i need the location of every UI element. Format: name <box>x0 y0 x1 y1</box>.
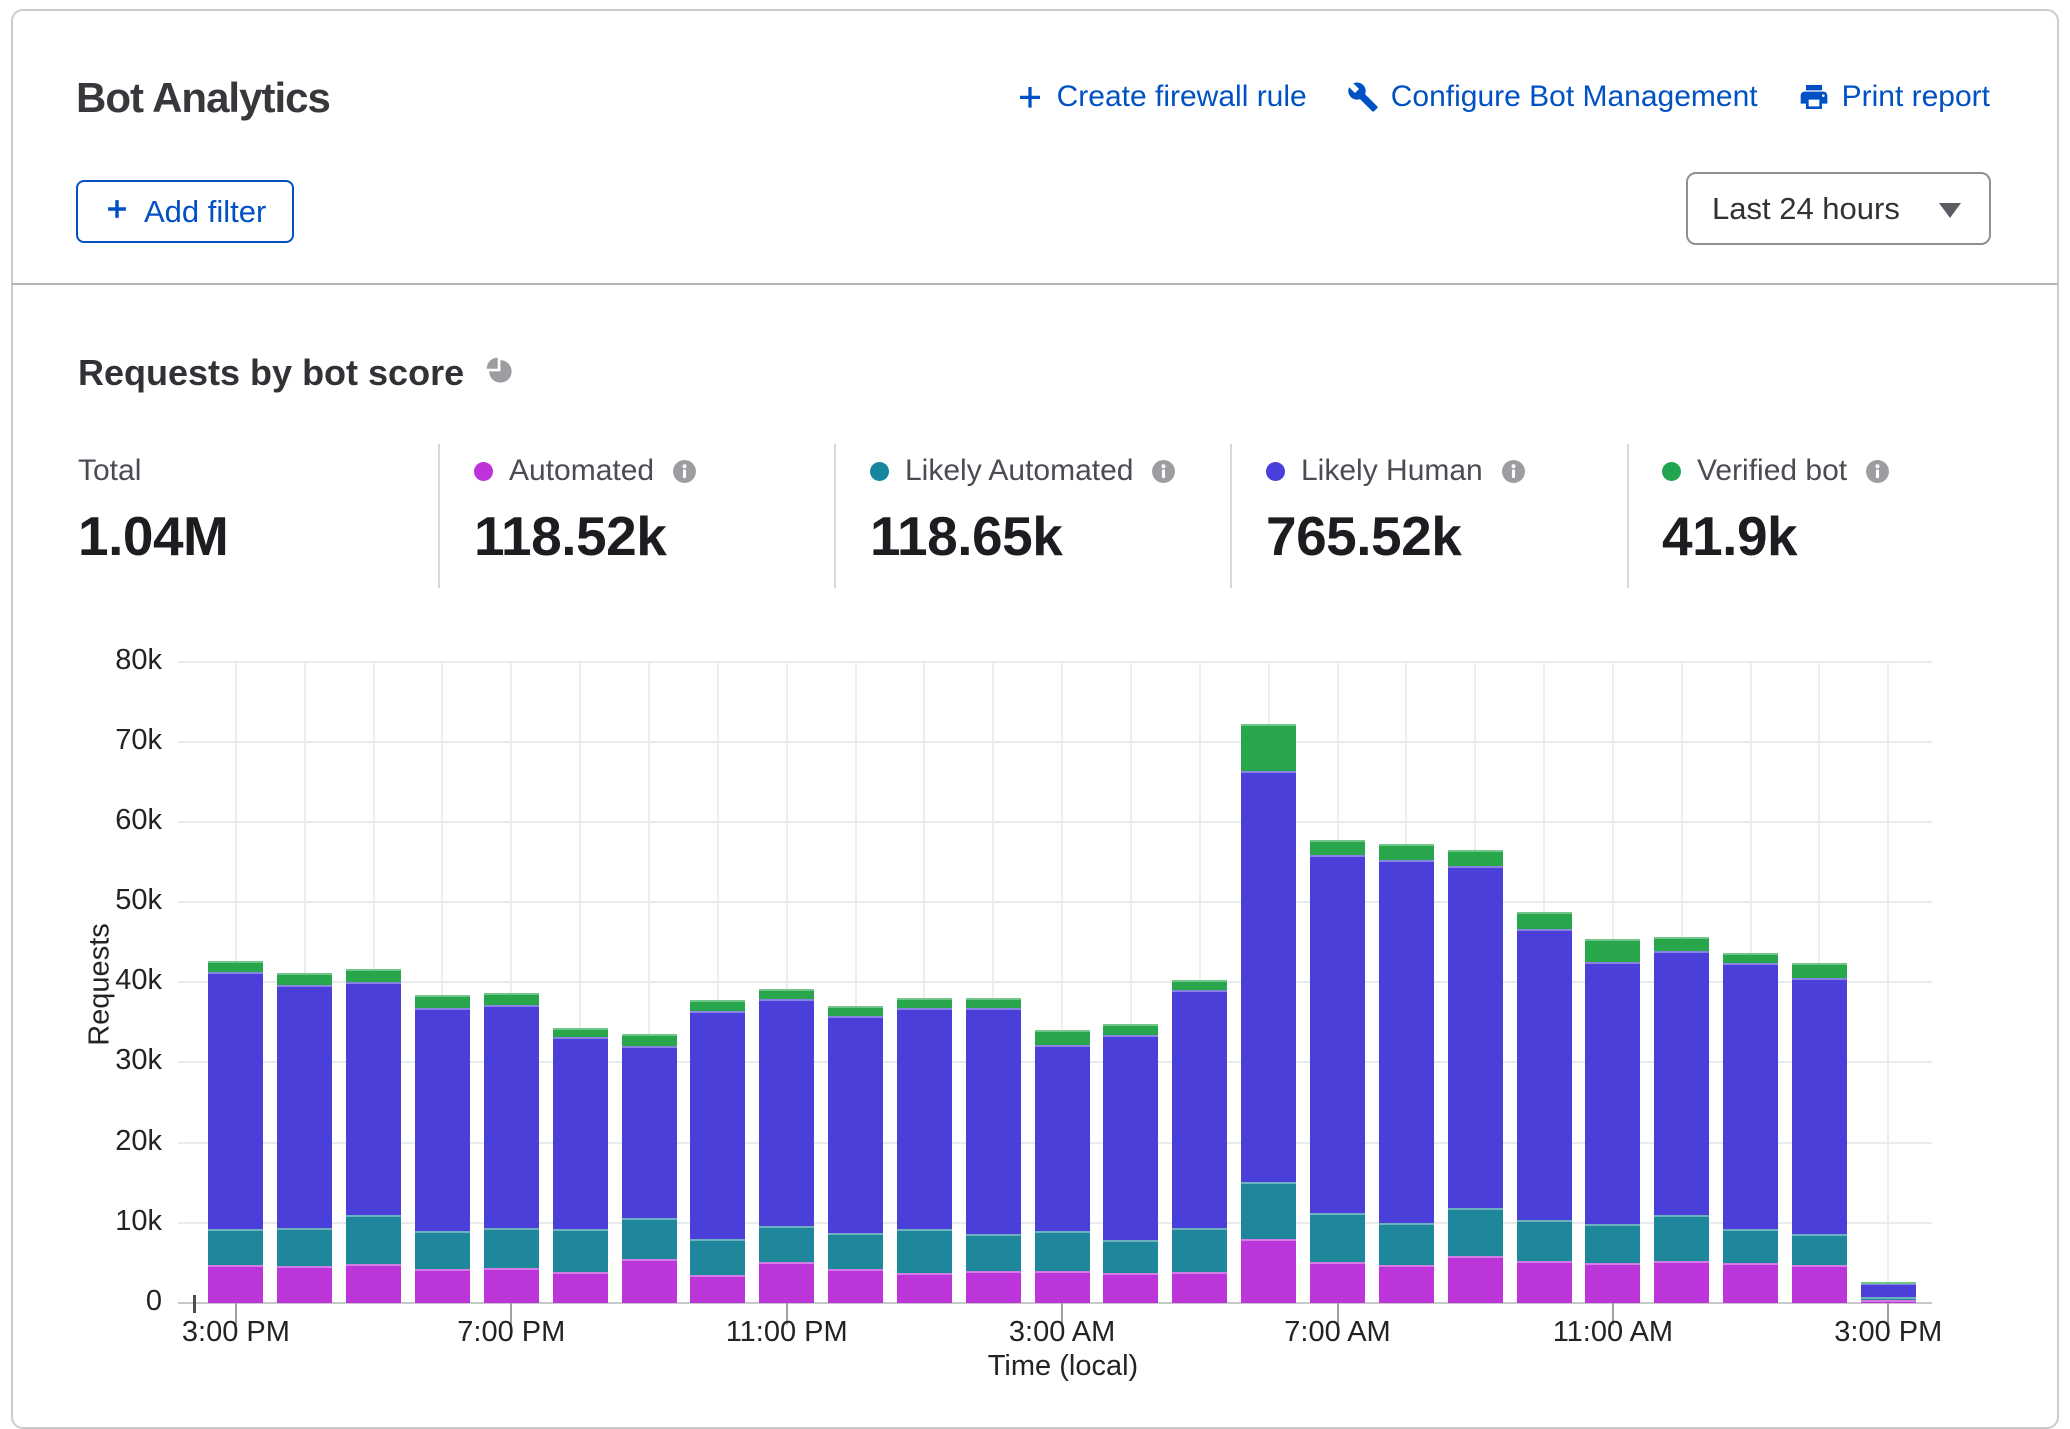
stat-likely-automated-label: Likely Automated <box>905 454 1133 488</box>
stats-row: Total 1.04M Automated 118.52k Likely Aut… <box>0 440 2070 590</box>
print-report-link[interactable]: Print report <box>1798 80 1990 114</box>
stat-divider <box>1627 444 1629 588</box>
stat-divider <box>834 444 836 588</box>
stat-divider <box>1230 444 1232 588</box>
time-range-select[interactable]: Last 24 hours <box>1686 172 1991 245</box>
stat-likely-human-value: 765.52k <box>1266 504 1626 568</box>
printer-icon <box>1798 81 1830 113</box>
create-firewall-rule-link[interactable]: Create firewall rule <box>1015 80 1307 114</box>
likely-automated-dot <box>870 462 889 481</box>
create-firewall-rule-label: Create firewall rule <box>1057 80 1307 114</box>
add-filter-label: Add filter <box>144 194 266 230</box>
plus-icon <box>104 194 130 230</box>
stat-likely-human: Likely Human 765.52k <box>1266 440 1626 568</box>
stat-total-label: Total <box>78 454 141 488</box>
header-divider <box>12 283 2058 285</box>
stat-likely-human-label: Likely Human <box>1301 454 1483 488</box>
header-actions: Create firewall rule Configure Bot Manag… <box>1015 80 1990 114</box>
info-icon[interactable] <box>1151 459 1176 484</box>
chevron-down-icon <box>1939 203 1961 225</box>
time-range-value: Last 24 hours <box>1712 191 1900 227</box>
info-icon[interactable] <box>1865 459 1890 484</box>
plus-icon <box>1015 82 1045 112</box>
stat-automated: Automated 118.52k <box>474 440 834 568</box>
configure-bot-management-link[interactable]: Configure Bot Management <box>1347 80 1758 114</box>
stat-likely-automated-value: 118.65k <box>870 504 1230 568</box>
stat-verified-bot-label: Verified bot <box>1697 454 1847 488</box>
stat-likely-automated: Likely Automated 118.65k <box>870 440 1230 568</box>
page-title: Bot Analytics <box>76 74 330 122</box>
automated-dot <box>474 462 493 481</box>
wrench-icon <box>1347 81 1379 113</box>
stat-total: Total 1.04M <box>78 440 438 568</box>
stat-verified-bot: Verified bot 41.9k <box>1662 440 2022 568</box>
section-heading: Requests by bot score <box>78 352 513 394</box>
stat-verified-bot-value: 41.9k <box>1662 504 2022 568</box>
add-filter-button[interactable]: Add filter <box>76 180 294 243</box>
print-report-label: Print report <box>1842 80 1990 114</box>
verified-bot-dot <box>1662 462 1681 481</box>
info-icon[interactable] <box>672 459 697 484</box>
stat-automated-label: Automated <box>509 454 654 488</box>
section-heading-label: Requests by bot score <box>78 352 464 394</box>
info-icon[interactable] <box>1501 459 1526 484</box>
stat-divider <box>438 444 440 588</box>
stat-total-value: 1.04M <box>78 504 438 568</box>
likely-human-dot <box>1266 462 1285 481</box>
pie-chart-icon <box>486 357 513 389</box>
stat-automated-value: 118.52k <box>474 504 834 568</box>
configure-bot-management-label: Configure Bot Management <box>1391 80 1758 114</box>
